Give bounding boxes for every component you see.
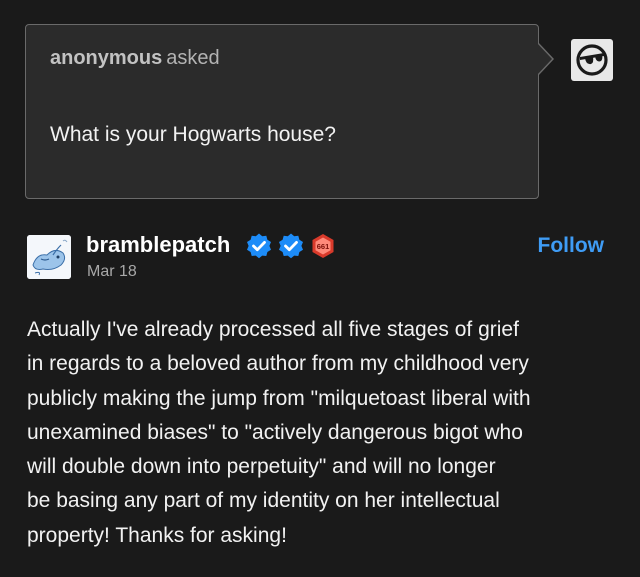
asker-verb: asked <box>166 47 220 69</box>
hexagon-badge-icon[interactable]: 661 <box>309 232 337 260</box>
hexagon-badge-text: 661 <box>317 242 330 251</box>
username-link[interactable]: bramblepatch <box>86 232 230 258</box>
question-text: What is your Hogwarts house? <box>50 123 336 146</box>
asker-line: anonymous asked <box>50 47 220 70</box>
anonymous-avatar[interactable] <box>571 39 613 81</box>
badge-group: 661 <box>245 232 337 260</box>
answer-line: unexamined biases" to "actively dangerou… <box>27 420 523 444</box>
ask-box: anonymous asked What is your Hogwarts hou… <box>25 24 539 199</box>
answer-line: Actually I've already processed all five… <box>27 318 519 341</box>
dragon-sketch-icon <box>27 235 71 279</box>
answer-line: property! Thanks for asking! <box>27 523 287 547</box>
ask-bubble-pointer-fill <box>537 43 552 75</box>
verified-check-icon[interactable] <box>277 232 305 260</box>
post-date[interactable]: Mar 18 <box>87 263 137 281</box>
answer-line: publicly making the jump from "milquetoa… <box>27 386 531 410</box>
follow-button[interactable]: Follow <box>538 234 605 258</box>
answer-body: Actually I've already processed all five… <box>27 313 617 553</box>
answer-line: will double down into perpetuity" and wi… <box>27 455 496 479</box>
sunglasses-face-icon <box>571 39 613 81</box>
user-avatar[interactable] <box>27 235 71 279</box>
answer-line: be basing any part of my identity on her… <box>27 489 500 513</box>
asker-name: anonymous <box>50 47 163 69</box>
answer-line: in regards to a beloved author from my c… <box>27 352 529 376</box>
verified-check-icon[interactable] <box>245 232 273 260</box>
